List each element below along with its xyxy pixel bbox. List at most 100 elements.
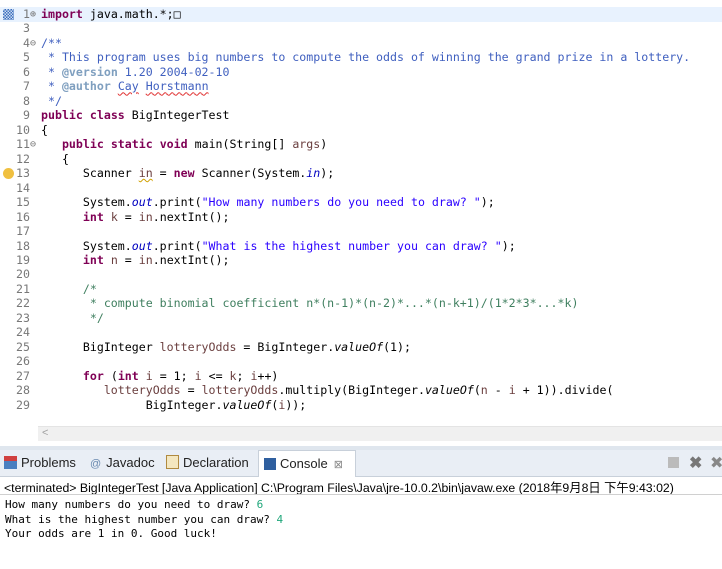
code-line[interactable]: 22 * compute binomial coefficient n*(n-1… <box>0 296 722 311</box>
code-token: k <box>110 209 118 224</box>
line-number: 19 <box>16 252 30 267</box>
code-line[interactable]: 27 for (int i = 1; i <= k; i++) <box>0 369 722 384</box>
code-token: class <box>89 108 125 123</box>
code-token: ; <box>236 368 251 383</box>
line-number: 13 <box>16 166 30 181</box>
code-token: .multiply(BigInteger. <box>278 383 425 398</box>
marker-icon <box>3 9 14 20</box>
code-line[interactable]: 13 Scanner in = new Scanner(System.in); <box>0 166 722 181</box>
code-token: out <box>131 195 153 210</box>
code-token: java.math.*; <box>89 7 174 21</box>
line-number: 27 <box>16 368 30 383</box>
console-line: Your odds are 1 in 0. Good luck! <box>5 526 217 541</box>
code-line[interactable]: 12 { <box>0 152 722 167</box>
tab-declaration[interactable]: Declaration <box>166 450 249 476</box>
code-token: lotteryOdds <box>201 383 279 398</box>
code-line[interactable]: 3 <box>0 21 722 36</box>
code-token: Cay <box>117 79 139 94</box>
line-number: 18 <box>16 238 30 253</box>
line-number: 12 <box>16 151 30 166</box>
code-token: = <box>152 166 174 181</box>
code-text: BigInteger.valueOf(i)); <box>41 398 307 413</box>
code-token: * <box>41 64 62 79</box>
code-token: int <box>82 209 104 224</box>
code-token: i <box>508 383 516 398</box>
code-editor[interactable]: 1 ⊕ import java.math.*;□ 3 4 ⊖/** 5 * This pro… <box>0 0 722 444</box>
code-token: { <box>41 122 48 137</box>
code-text: for (int i = 1; i <= k; i++) <box>41 368 279 384</box>
code-token: lotteryOdds <box>159 339 237 354</box>
line-number: 11 <box>16 137 30 152</box>
code-line[interactable]: 18 System.out.print("What is the highest… <box>0 239 722 254</box>
code-text: * @version 1.20 2004-02-10 <box>41 64 230 80</box>
fold-toggle-icon[interactable]: ⊖ <box>30 36 36 51</box>
code-text: lotteryOdds = lotteryOdds.multiply(BigIn… <box>41 383 614 398</box>
code-line[interactable]: 23 */ <box>0 311 722 326</box>
code-line[interactable]: 17 <box>0 224 722 239</box>
line-number: 7 <box>23 79 30 94</box>
code-text: { <box>41 123 48 138</box>
tab-console[interactable]: Console ⊠ <box>258 450 356 477</box>
code-token: static <box>110 137 153 152</box>
code-line[interactable]: 28 lotteryOdds = lotteryOdds.multiply(Bi… <box>0 383 722 398</box>
code-line[interactable]: 16 int k = in.nextInt(); <box>0 210 722 225</box>
code-line[interactable]: 1 ⊕ import java.math.*;□ <box>0 7 722 22</box>
code-line[interactable]: 11 ⊖ public static void main(String[] arg… <box>0 137 722 152</box>
code-token: args <box>292 137 321 152</box>
warning-icon[interactable] <box>3 168 14 180</box>
line-number: 29 <box>16 397 30 412</box>
code-line[interactable]: 24 <box>0 325 722 340</box>
code-line[interactable]: 21 /* <box>0 282 722 297</box>
at-icon: @ <box>90 458 102 470</box>
scroll-left-arrow[interactable]: < <box>42 427 48 439</box>
code-line[interactable]: 29 BigInteger.valueOf(i)); <box>0 398 722 413</box>
code-line[interactable]: 8 */ <box>0 94 722 109</box>
code-text: import java.math.*;□ <box>41 7 181 22</box>
line-number: 15 <box>16 195 30 210</box>
code-line[interactable]: 25 BigInteger lotteryOdds = BigInteger.v… <box>0 340 722 355</box>
tab-problems[interactable]: Problems <box>4 450 76 476</box>
code-token: n <box>110 252 118 267</box>
code-line[interactable]: 5 * This program uses big numbers to com… <box>0 50 722 65</box>
code-token: int <box>82 252 104 267</box>
code-token: */ <box>41 310 104 325</box>
code-line[interactable]: 10 { <box>0 123 722 138</box>
code-token: ); <box>320 166 335 181</box>
divider <box>0 494 722 495</box>
line-number: 6 <box>23 64 30 79</box>
declaration-icon <box>166 455 179 469</box>
code-text: { <box>41 152 69 167</box>
code-token: □ <box>173 7 181 21</box>
fold-toggle-icon[interactable]: ⊖ <box>30 137 36 152</box>
code-token: .nextInt(); <box>152 209 230 224</box>
tab-javadoc[interactable]: @ Javadoc <box>90 450 155 476</box>
code-token: ); <box>480 195 495 210</box>
line-number: 25 <box>16 339 30 354</box>
code-line[interactable]: 4 ⊖ /** <box>0 36 722 51</box>
code-line[interactable]: 20 <box>0 267 722 282</box>
problems-icon <box>4 456 17 469</box>
code-line[interactable]: 9 public class BigIntegerTest <box>0 108 722 123</box>
remove-launch-icon[interactable]: ✖ <box>689 453 702 473</box>
remove-all-icon[interactable]: ✖ <box>710 453 722 473</box>
close-tab-icon[interactable]: ⊠ <box>334 459 343 471</box>
code-text: */ <box>41 311 104 326</box>
code-line[interactable]: 7 * @author Cay Horstmann <box>0 79 722 94</box>
code-line[interactable]: 14 <box>0 181 722 196</box>
line-number: 14 <box>16 180 30 195</box>
code-token: @author <box>61 79 111 94</box>
code-line[interactable]: 15 System.out.print("How many numbers do… <box>0 195 722 210</box>
code-line[interactable]: 26 <box>0 354 722 369</box>
horizontal-scrollbar[interactable]: < <box>38 426 722 441</box>
code-token: ) <box>320 137 328 152</box>
fold-toggle-icon[interactable]: ⊕ <box>30 7 36 22</box>
code-line[interactable]: 19 int n = in.nextInt(); <box>0 253 722 268</box>
terminate-icon[interactable] <box>668 457 679 468</box>
code-line[interactable]: 6 * @version 1.20 2004-02-10 <box>0 65 722 80</box>
